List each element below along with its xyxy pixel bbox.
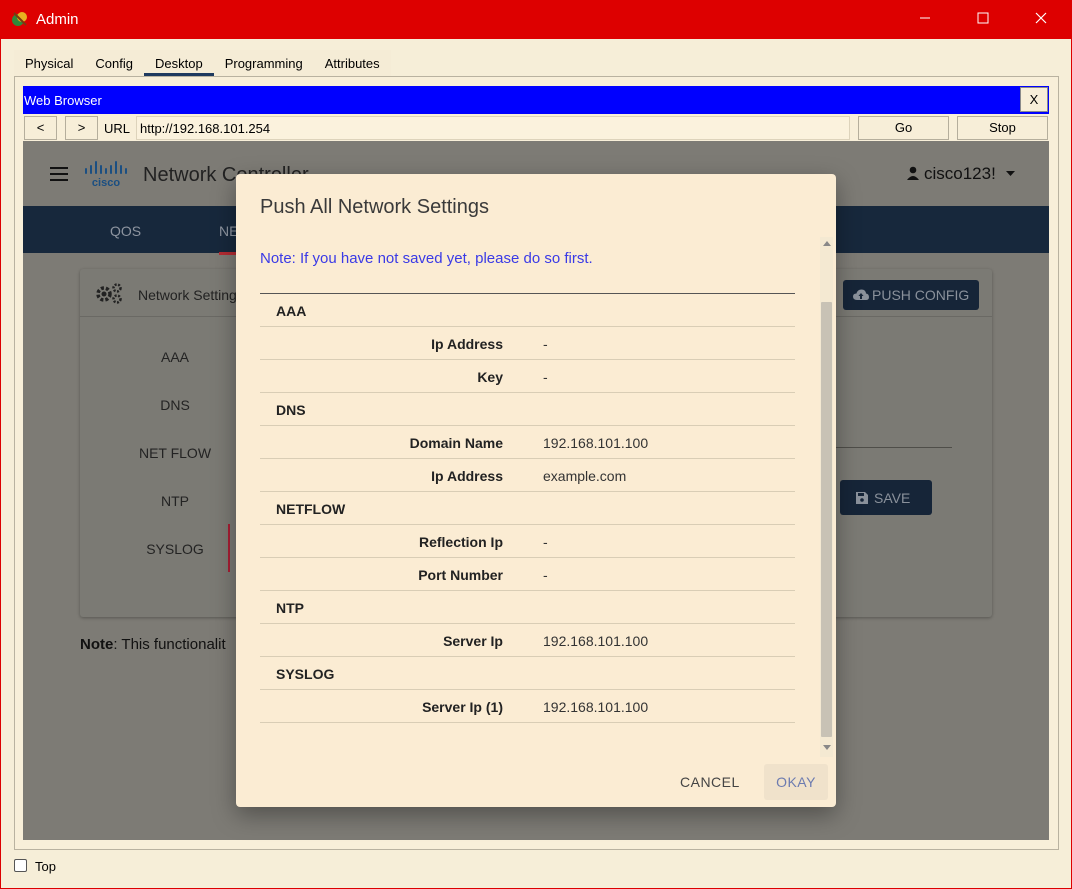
row-value: 192.168.101.100 (543, 435, 649, 451)
caret-down-icon (1005, 171, 1015, 176)
dialog-scrollbar[interactable] (820, 237, 833, 757)
page-note-bold: Note (80, 636, 114, 653)
table-row: Ip Address - (260, 327, 795, 360)
row-value: - (543, 336, 548, 352)
maximize-icon (977, 12, 989, 24)
row-value: 192.168.101.100 (543, 633, 649, 649)
svg-text:cisco: cisco (92, 177, 120, 188)
section-title: NETFLOW (276, 501, 346, 517)
push-settings-dialog: Push All Network Settings Note: If you h… (236, 174, 836, 807)
dialog-title: Push All Network Settings (260, 196, 489, 218)
okay-button[interactable]: OKAY (764, 764, 828, 800)
top-checkbox[interactable] (14, 859, 27, 872)
section-title: NTP (276, 600, 304, 616)
row-label: Reflection Ip (418, 534, 503, 550)
cloud-upload-icon (853, 289, 869, 300)
table-row: AAA (260, 294, 795, 327)
table-row: NTP (260, 591, 795, 624)
window-title: Admin (36, 11, 79, 28)
table-row: Key - (260, 360, 795, 393)
dialog-note: Note: If you have not saved yet, please … (260, 250, 593, 267)
web-browser-close-button[interactable]: X (1020, 87, 1048, 112)
row-label: Ip Address (431, 468, 503, 484)
row-label: Server Ip (1) (422, 699, 503, 715)
tab-config[interactable]: Config (84, 50, 144, 76)
section-title: SYSLOG (276, 666, 335, 682)
row-label: Server Ip (443, 633, 503, 649)
table-row: Server Ip (1) 192.168.101.100 (260, 690, 795, 723)
stop-button[interactable]: Stop (957, 116, 1048, 140)
dialog-body: Note: If you have not saved yet, please … (236, 236, 836, 758)
save-icon (856, 492, 868, 504)
minimize-button[interactable] (896, 0, 954, 39)
tab-programming[interactable]: Programming (214, 50, 314, 76)
table-row: NETFLOW (260, 492, 795, 525)
row-label: Domain Name (409, 435, 503, 451)
page-note: Note: This functionalit (80, 636, 226, 653)
page-note-text: : This functionalit (113, 636, 226, 653)
url-input[interactable]: http://192.168.101.254 (136, 116, 850, 140)
tab-physical[interactable]: Physical (14, 50, 84, 76)
input-underline (835, 447, 952, 448)
row-label: Port Number (418, 567, 503, 583)
row-label: Ip Address (431, 336, 503, 352)
nav-item-qos[interactable]: QOS (110, 223, 141, 239)
packet-tracer-icon (12, 12, 27, 26)
hamburger-menu-icon[interactable] (50, 167, 68, 181)
user-name: cisco123! (924, 164, 996, 183)
tab-attributes[interactable]: Attributes (314, 50, 391, 76)
go-button[interactable]: Go (858, 116, 949, 140)
cisco-logo: cisco (85, 161, 127, 188)
user-icon (907, 166, 919, 180)
section-title: DNS (276, 402, 306, 418)
row-value: 192.168.101.100 (543, 699, 649, 715)
top-checkbox-label: Top (35, 859, 56, 874)
table-row: Port Number - (260, 558, 795, 591)
forward-button[interactable]: > (65, 116, 98, 140)
gears-icon (96, 283, 122, 304)
web-browser-title: Web Browser (23, 86, 1049, 114)
close-window-button[interactable] (1012, 0, 1070, 39)
settings-table: AAA Ip Address - Key - DNS Domain Name 192.… (260, 293, 795, 723)
dialog-actions: CANCEL OKAY (236, 758, 836, 807)
minimize-icon (920, 17, 930, 19)
scroll-down-icon[interactable] (823, 745, 831, 750)
save-label: SAVE (874, 490, 911, 506)
push-config-label: PUSH CONFIG (872, 287, 970, 303)
scroll-up-icon[interactable] (823, 241, 831, 246)
url-label: URL (104, 121, 131, 136)
window-titlebar: Admin (0, 0, 1072, 39)
row-value: example.com (543, 468, 627, 484)
active-indicator (228, 524, 230, 572)
back-button[interactable]: < (24, 116, 57, 140)
table-row: DNS (260, 393, 795, 426)
section-title: AAA (276, 303, 307, 319)
user-menu[interactable]: cisco123! (907, 164, 1015, 184)
tab-desktop[interactable]: Desktop (144, 50, 214, 76)
push-config-button[interactable]: PUSH CONFIG (843, 280, 979, 310)
device-tabs: Physical Config Desktop Programming Attr… (14, 50, 391, 76)
row-label: Key (477, 369, 503, 385)
table-row: Reflection Ip - (260, 525, 795, 558)
row-value: - (543, 567, 548, 583)
table-row: SYSLOG (260, 657, 795, 690)
save-button[interactable]: SAVE (840, 480, 932, 515)
maximize-button[interactable] (954, 0, 1012, 39)
card-title: Network Setting (138, 287, 237, 303)
table-row: Domain Name 192.168.101.100 (260, 426, 795, 459)
row-value: - (543, 534, 548, 550)
scroll-thumb[interactable] (821, 302, 832, 737)
table-row: Server Ip 192.168.101.100 (260, 624, 795, 657)
table-row: Ip Address example.com (260, 459, 795, 492)
cancel-button[interactable]: CANCEL (680, 774, 740, 790)
row-value: - (543, 369, 548, 385)
close-icon (1035, 12, 1047, 24)
